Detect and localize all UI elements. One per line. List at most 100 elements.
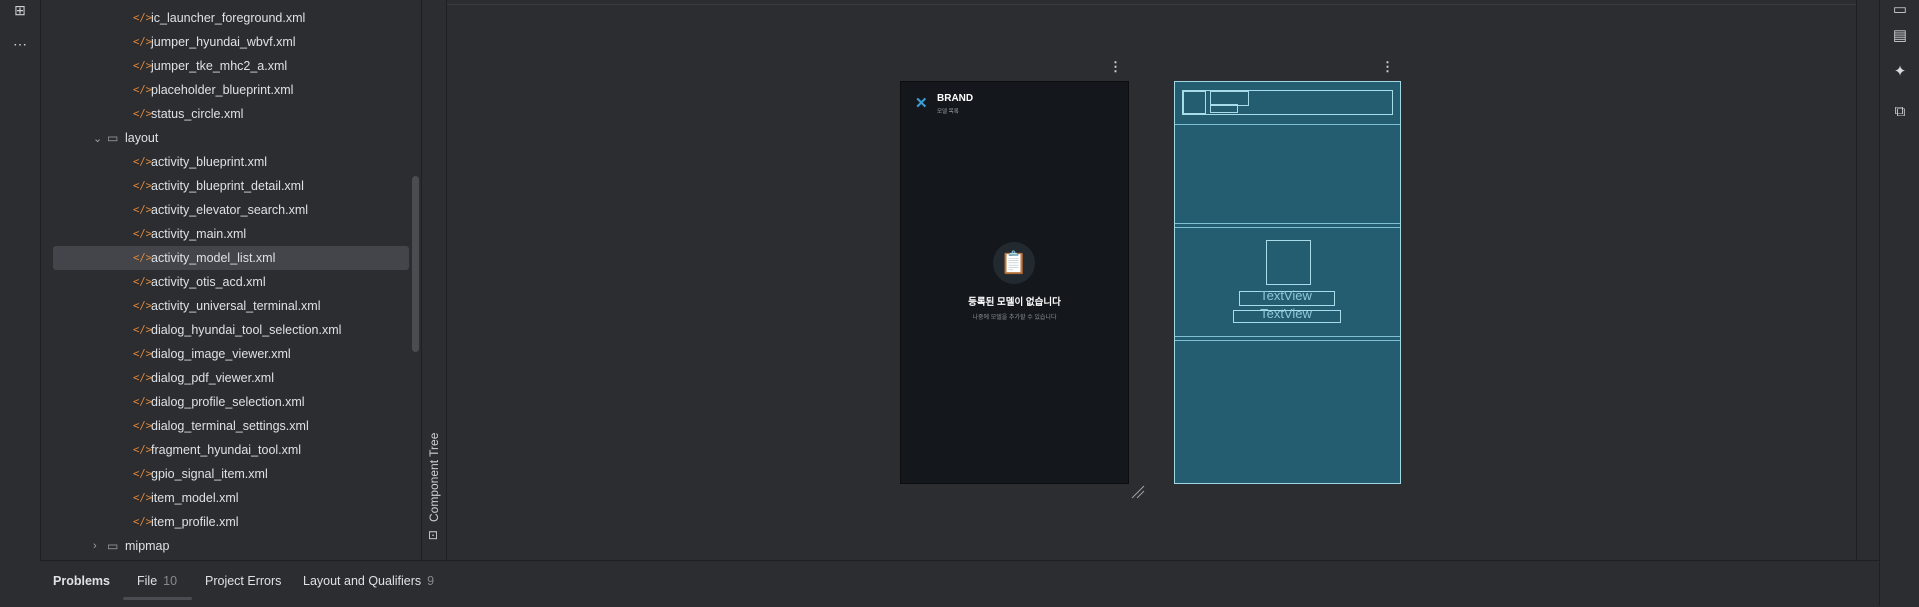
tree-file-item[interactable]: </> activity_blueprint.xml [53,150,409,174]
tab-problems[interactable]: Problems [53,574,110,588]
tree-scrollbar[interactable] [412,176,419,352]
tree-file-item[interactable]: </> item_profile.xml [53,510,409,534]
tab-project-errors[interactable]: Project Errors [205,574,281,588]
tree-item-label: dialog_pdf_viewer.xml [151,371,274,385]
design-options-icon[interactable]: ⋮ [1109,60,1122,73]
tree-file-item[interactable]: </> fragment_hyundai_tool.xml [53,438,409,462]
tree-item-label: layout [125,131,159,145]
blueprint-divider-3 [1175,227,1400,228]
tab-scroll-indicator [123,597,192,600]
tree-item-label: placeholder_blueprint.xml [151,83,294,97]
canvas-divider [447,4,1856,5]
tree-item-label: activity_universal_terminal.xml [151,299,321,313]
structure-icon[interactable]: ⊞ [10,0,30,20]
tree-file-item[interactable]: </> dialog_profile_selection.xml [53,390,409,414]
project-tree: </> ic_launcher_foreground.xml </> jumper_h… [41,0,421,560]
xml-file-icon: </> [133,444,152,456]
tree-file-item[interactable]: </> placeholder_blueprint.xml [53,78,409,102]
xml-file-icon: </> [133,252,152,264]
brand-subtitle: 모델 목록 [937,109,959,115]
tree-item-label: dialog_profile_selection.xml [151,395,305,409]
tree-item-label: activity_main.xml [151,227,247,241]
tree-file-item[interactable]: </> jumper_tke_mhc2_a.xml [53,54,409,78]
tree-item-label: activity_model_list.xml [151,251,276,265]
tree-folder-item[interactable]: ⌄ ▭ layout [53,126,409,150]
xml-file-icon: </> [133,84,152,96]
blueprint-preview[interactable]: TextView TextView [1174,81,1401,484]
tree-item-label: mipmap [125,539,170,553]
tab-layout-and-qualifiers[interactable]: Layout and Qualifiers 9 [303,574,434,588]
xml-file-icon: </> [133,420,152,432]
empty-state-title: 등록된 모델이 없습니다 [968,297,1061,308]
tree-file-item[interactable]: </> activity_main.xml [53,222,409,246]
tree-file-item[interactable]: </> dialog_terminal_settings.xml [53,414,409,438]
tree-file-item[interactable]: </> dialog_pdf_viewer.xml [53,366,409,390]
design-canvas[interactable] [447,0,1856,560]
blueprint-divider-5 [1175,340,1400,341]
tree-item-label: dialog_image_viewer.xml [151,347,291,361]
chevron-right-icon[interactable]: › [93,540,107,552]
blueprint-divider-4 [1175,336,1400,337]
running-devices-icon[interactable]: ⧉ [1890,102,1910,122]
gemini-sparkle-icon[interactable]: ✦ [1890,62,1910,82]
notifications-icon[interactable]: ▭ [1890,0,1910,20]
xml-file-icon: </> [133,36,152,48]
xml-file-icon: </> [133,372,152,384]
tree-file-item[interactable]: </> activity_elevator_search.xml [53,198,409,222]
more-tools-icon[interactable]: ⋯ [10,34,30,54]
right-inner-strip [1856,0,1879,560]
xml-file-icon: </> [133,12,152,24]
tree-item-label: dialog_hyundai_tool_selection.xml [151,323,342,337]
tree-file-item[interactable]: </> activity_universal_terminal.xml [53,294,409,318]
tree-folder-item[interactable]: › ▭ mipmap [53,534,409,558]
blueprint-divider-2 [1175,223,1400,224]
tree-item-label: status_circle.xml [151,107,244,121]
resize-handle-icon[interactable] [1130,484,1146,500]
tab-file-count: 10 [163,574,178,588]
tree-item-label: gpio_signal_item.xml [151,467,268,481]
tree-file-item[interactable]: </> status_circle.xml [53,102,409,126]
xml-file-icon: </> [133,60,152,72]
tree-item-label: activity_otis_acd.xml [151,275,266,289]
tree-file-item[interactable]: </> activity_model_list.xml [53,246,409,270]
xml-file-icon: </> [133,396,152,408]
left-tool-strip: ⊞ ⋯ [0,0,41,560]
design-preview[interactable]: ✕ BRAND 모델 목록 📋 등록된 모델이 없습니다 나중에 모델을 추가할… [900,81,1129,484]
device-manager-icon[interactable]: ▤ [1890,26,1910,46]
clipboard-icon: 📋 [993,242,1035,284]
tab-layout-count: 9 [427,574,435,588]
brand-title: BRAND [937,93,974,104]
blueprint-divider-1 [1175,124,1400,125]
component-tree-strip[interactable]: Component Tree ⊡ [422,0,447,560]
tree-file-item[interactable]: </> jumper_hyundai_wbvf.xml [53,30,409,54]
xml-file-icon: </> [133,228,152,240]
tree-item-label: activity_blueprint.xml [151,155,268,169]
component-tree-label[interactable]: Component Tree [427,433,441,522]
tree-file-item[interactable]: </> dialog_hyundai_tool_selection.xml [53,318,409,342]
tree-file-item[interactable]: </> dialog_image_viewer.xml [53,342,409,366]
tab-file[interactable]: File 10 [137,574,177,588]
xml-file-icon: </> [133,516,152,528]
blueprint-options-icon[interactable]: ⋮ [1381,60,1394,73]
xml-file-icon: </> [133,348,152,360]
empty-state-description: 나중에 모델을 추가할 수 있습니다 [972,315,1057,321]
xml-file-icon: </> [133,276,152,288]
right-tool-strip: ▭ ▤ ✦ ⧉ [1879,0,1919,606]
tree-item-label: item_model.xml [151,491,239,505]
blueprint-subtitle-box [1210,104,1238,113]
xml-file-icon: </> [133,180,152,192]
chevron-down-icon[interactable]: ⌄ [93,132,107,145]
blueprint-image-box [1266,240,1311,285]
blueprint-textview-1: TextView [1260,288,1312,303]
tree-file-item[interactable]: </> activity_otis_acd.xml [53,270,409,294]
tree-file-item[interactable]: </> activity_blueprint_detail.xml [53,174,409,198]
tree-file-item[interactable]: </> ic_launcher_foreground.xml [53,6,409,30]
xml-file-icon: </> [133,108,152,120]
tree-item-label: activity_elevator_search.xml [151,203,309,217]
tree-file-item[interactable]: </> item_model.xml [53,486,409,510]
blueprint-textview-2: TextView [1260,306,1312,321]
xml-file-icon: </> [133,300,152,312]
tree-item-label: jumper_hyundai_wbvf.xml [151,35,296,49]
tree-item-label: ic_launcher_foreground.xml [151,11,306,25]
tree-file-item[interactable]: </> gpio_signal_item.xml [53,462,409,486]
